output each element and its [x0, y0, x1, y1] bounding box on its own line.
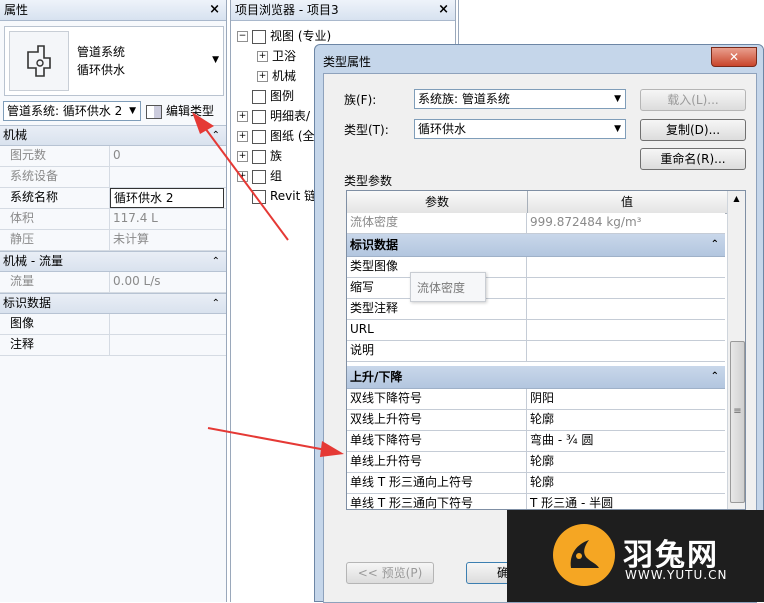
rabbit-logo-icon — [553, 524, 615, 586]
watermark: 羽兔网 WWW.YUTU.CN — [507, 510, 764, 602]
brand-url: WWW.YUTU.CN — [625, 568, 728, 582]
arrowhead — [192, 112, 214, 134]
arrow-line — [207, 427, 327, 451]
arrow-line — [204, 127, 289, 241]
arrowhead — [320, 441, 344, 457]
